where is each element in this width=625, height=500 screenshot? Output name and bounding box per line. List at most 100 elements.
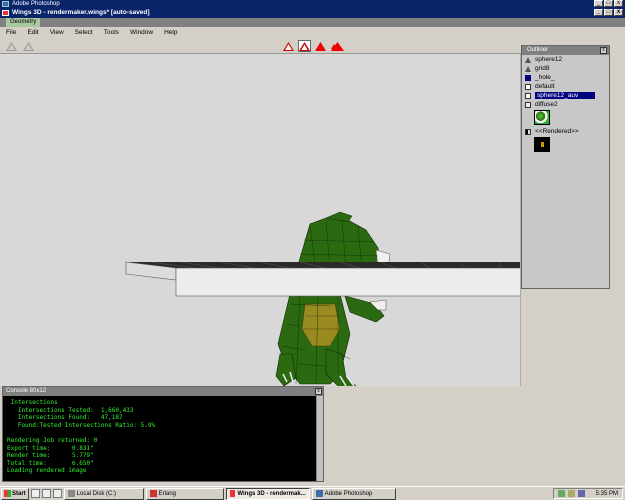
task-wings3d[interactable]: Wings 3D - rendermak... [225, 487, 310, 500]
menu-window[interactable]: Window [130, 27, 153, 38]
outliner-item-label: <<Rendered>> [535, 128, 579, 135]
light-icon [525, 65, 531, 72]
outliner-title-text: Outliner [527, 47, 549, 53]
wings-title-bar: Wings 3D - rendermaker.wings* [auto-save… [0, 8, 625, 18]
wings-minimize-button[interactable]: _ [594, 9, 603, 16]
taskbar: Start Local Disk (C:) Erlang Wings 3D - … [0, 486, 625, 500]
windows-logo-icon [4, 490, 11, 497]
clock[interactable]: 5:35 PM [596, 491, 618, 497]
menu-help[interactable]: Help [164, 27, 177, 38]
quick-launch-desktop-icon[interactable] [30, 489, 40, 498]
outliner-title: Outliner [522, 46, 609, 55]
task-erlang[interactable]: Erlang [145, 487, 224, 500]
console-line: Found:Tested Intersections Ratio: 5.9% [7, 421, 156, 429]
volume-icon[interactable] [567, 490, 575, 497]
menu-bar: File Edit View Select Tools Window Help [0, 27, 625, 38]
console-window: Console 80x12 x Intersections Intersecti… [2, 386, 324, 490]
console-output[interactable]: Intersections Intersections Tested: 1,66… [3, 396, 323, 493]
grid-plane [125, 261, 520, 297]
console-close-button[interactable]: x [315, 388, 322, 395]
outliner-item-label: grid8 [535, 65, 550, 72]
outliner-item-label: default [535, 83, 555, 90]
material-icon [525, 92, 531, 99]
task-label: Adobe Photoshop [324, 490, 373, 497]
outliner-item-sphere12[interactable]: sphere12 [522, 55, 609, 64]
vertex-mode-icon[interactable] [282, 40, 295, 52]
image-icon [525, 101, 531, 108]
console-line: Loading rendered image [7, 467, 87, 475]
material-icon [525, 74, 531, 81]
wings-close-button[interactable]: x [614, 9, 623, 16]
console-line: Render time: 5.779" [7, 452, 94, 460]
rendered-image-thumbnail[interactable] [534, 137, 550, 152]
photoshop-maximize-button[interactable]: □ [604, 0, 613, 7]
menu-file[interactable]: File [6, 27, 16, 38]
3d-viewport[interactable] [0, 54, 521, 386]
wings-task-icon [229, 490, 236, 497]
console-scrollbar[interactable] [316, 396, 323, 481]
photoshop-title: Adobe Photoshop [12, 1, 60, 7]
quick-launch-browser-icon[interactable] [41, 489, 51, 498]
drive-icon [67, 490, 75, 497]
console-line: Intersections [7, 399, 58, 406]
menu-view[interactable]: View [50, 27, 64, 38]
body-mode-icon[interactable] [331, 40, 344, 52]
console-line: Total time: 6.650" [7, 459, 94, 467]
console-line: Rendering Job returned: 0 [7, 436, 98, 444]
outliner-item-label: diffuse2 [535, 101, 558, 108]
console-line: Intersections Found: 47,187 [7, 414, 123, 422]
outliner-item-hole[interactable]: _hole_ [522, 73, 609, 82]
outliner-item-sphere12-auv[interactable]: sphere12_auv [522, 91, 609, 100]
light-icon [525, 56, 531, 63]
photoshop-minimize-button[interactable]: _ [594, 0, 603, 7]
geometry-window-label[interactable]: Geometry [6, 18, 41, 27]
material-icon [525, 83, 531, 90]
outliner-item-diffuse2[interactable]: diffuse2 [522, 100, 609, 109]
photoshop-title-bar: Adobe Photoshop _ □ x [0, 0, 625, 8]
task-local-disk[interactable]: Local Disk (C:) [63, 487, 144, 500]
outliner-item-grid8[interactable]: grid8 [522, 64, 609, 73]
menu-select[interactable]: Select [75, 27, 93, 38]
photoshop-task-icon [315, 490, 323, 497]
start-label: Start [12, 490, 26, 497]
wings-title: Wings 3D - rendermaker.wings* [auto-save… [12, 9, 150, 16]
outliner-item-rendered[interactable]: <<Rendered>> [522, 127, 609, 136]
outliner-panel: Outliner x sphere12 grid8 _hole_ default… [521, 45, 610, 289]
geometry-window-bar: Geometry [0, 18, 625, 27]
wings-maximize-button[interactable]: □ [604, 9, 613, 16]
rendered-model-preview [540, 142, 544, 147]
menu-edit[interactable]: Edit [27, 27, 38, 38]
scene-render [125, 211, 520, 386]
image-icon [525, 128, 531, 135]
task-label: Erlang [158, 490, 177, 497]
redo-icon[interactable] [22, 40, 35, 52]
task-label: Wings 3D - rendermak... [237, 490, 306, 497]
outliner-close-button[interactable]: x [600, 47, 607, 54]
undo-icon[interactable] [5, 40, 18, 52]
dinosaur-model [275, 211, 391, 386]
system-tray: 5:35 PM [552, 488, 623, 499]
network-icon[interactable] [557, 490, 565, 497]
task-photoshop[interactable]: Adobe Photoshop [311, 487, 396, 500]
photoshop-app-icon [2, 1, 9, 7]
task-label: Local Disk (C:) [76, 490, 117, 497]
outliner-item-default[interactable]: default [522, 82, 609, 91]
quick-launch-explorer-icon[interactable] [52, 489, 62, 498]
wings-app-icon [2, 10, 9, 16]
console-line: Intersections Tested: 1,660,433 [7, 406, 134, 414]
start-button[interactable]: Start [1, 487, 29, 500]
diffuse-texture-thumbnail[interactable] [534, 110, 550, 125]
right-panel-strip [610, 45, 625, 386]
face-mode-icon[interactable] [314, 40, 327, 52]
console-title-bar: Console 80x12 x [3, 387, 323, 396]
tray-app-icon[interactable] [577, 490, 585, 497]
console-title: Console 80x12 [6, 388, 47, 394]
console-line: Export time: 0.831" [7, 444, 94, 452]
outliner-item-label: sphere12 [535, 56, 563, 63]
menu-tools[interactable]: Tools [104, 27, 119, 38]
outliner-item-label: sphere12_auv [535, 92, 595, 99]
edge-mode-icon[interactable] [298, 40, 311, 52]
photoshop-close-button[interactable]: x [614, 0, 623, 7]
erlang-icon [149, 490, 157, 497]
